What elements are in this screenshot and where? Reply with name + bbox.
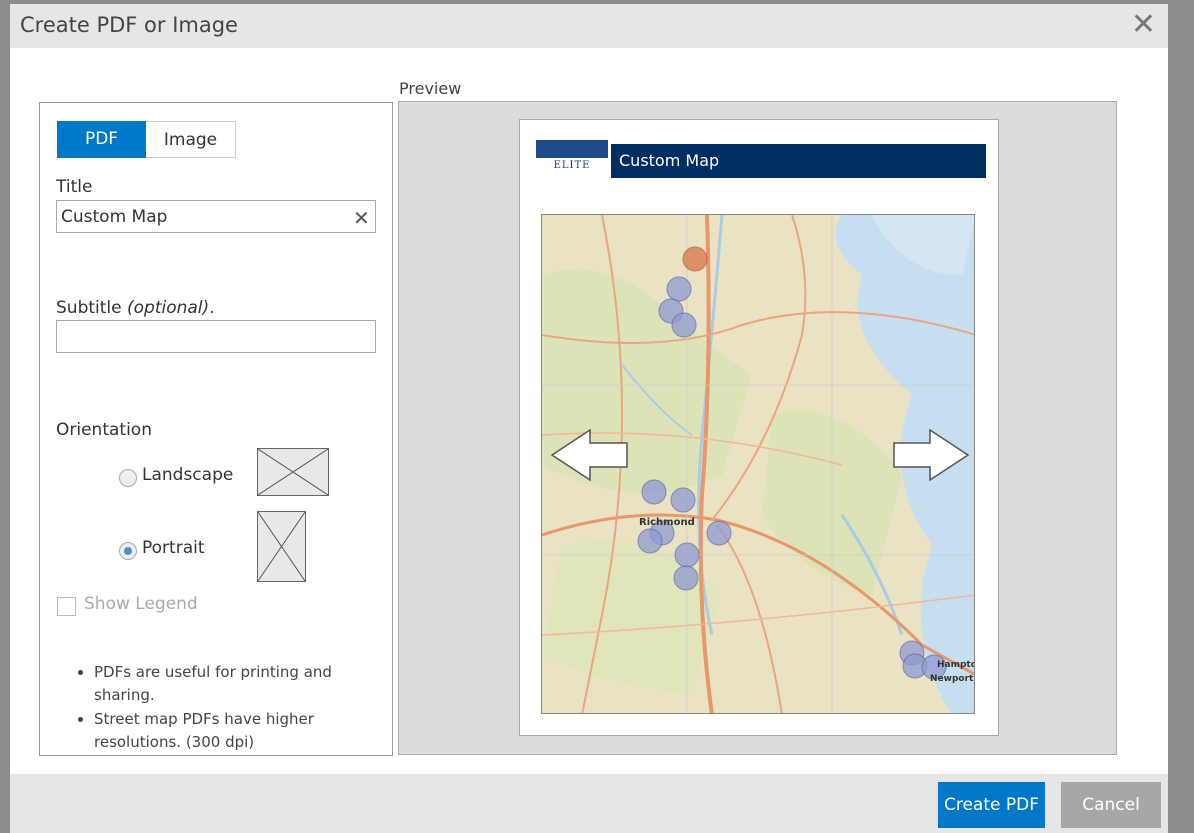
preview-page-title: Custom Map [611, 144, 986, 178]
logo-text: ELITE [553, 160, 591, 171]
subtitle-label-text: Subtitle [56, 298, 122, 318]
note-item: Street map PDFs have higher resolutions.… [94, 708, 374, 754]
show-legend-label: Show Legend [84, 594, 198, 614]
map-preview[interactable]: Richmond Hampton Newport N [541, 214, 975, 714]
map-label-hampton: Hampton [937, 660, 975, 670]
portrait-label: Portrait [142, 538, 205, 558]
dialog-footer: Create PDF Cancel [10, 774, 1168, 833]
title-input[interactable] [56, 200, 376, 233]
dialog-title: Create PDF or Image [20, 13, 238, 37]
title-label: Title [56, 177, 93, 197]
portrait-radio[interactable] [119, 542, 137, 560]
landscape-label: Landscape [142, 465, 234, 485]
create-pdf-dialog: Create PDF or Image ✕ PDF Image Title ✕ … [10, 4, 1168, 833]
subtitle-label: Subtitle (optional). [56, 298, 215, 318]
show-legend-checkbox[interactable] [57, 597, 76, 616]
options-panel: PDF Image Title ✕ Subtitle (optional). O… [39, 102, 393, 756]
logo-banner [536, 140, 608, 158]
orientation-label: Orientation [56, 420, 152, 440]
note-item: PDFs are useful for printing and sharing… [94, 661, 374, 707]
tab-pdf[interactable]: PDF [57, 121, 146, 158]
map-label-newport: Newport N [930, 674, 975, 684]
company-logo: ELITE [536, 140, 608, 178]
subtitle-input[interactable] [56, 320, 376, 353]
tab-image[interactable]: Image [146, 121, 236, 158]
format-tabs: PDF Image [57, 121, 236, 158]
create-pdf-button[interactable]: Create PDF [938, 782, 1045, 828]
clear-title-icon[interactable]: ✕ [353, 206, 370, 230]
preview-page: ELITE Custom Map Richmond Hampt Newport [519, 119, 999, 736]
landscape-preview-icon [257, 448, 329, 496]
landscape-radio[interactable] [119, 469, 137, 487]
cancel-button[interactable]: Cancel [1061, 782, 1161, 828]
help-notes: PDFs are useful for printing and sharing… [94, 661, 374, 755]
map-label-richmond: Richmond [639, 517, 695, 528]
close-icon[interactable]: ✕ [1131, 10, 1156, 40]
preview-frame: ELITE Custom Map Richmond Hampt Newport [398, 101, 1117, 755]
dialog-titlebar: Create PDF or Image ✕ [10, 4, 1168, 48]
preview-label: Preview [399, 79, 462, 98]
subtitle-optional-text: (optional) [127, 298, 210, 318]
map-graphic: Richmond Hampton Newport N [542, 215, 975, 713]
subtitle-label-suffix: . [209, 298, 215, 318]
portrait-preview-icon [257, 511, 306, 582]
